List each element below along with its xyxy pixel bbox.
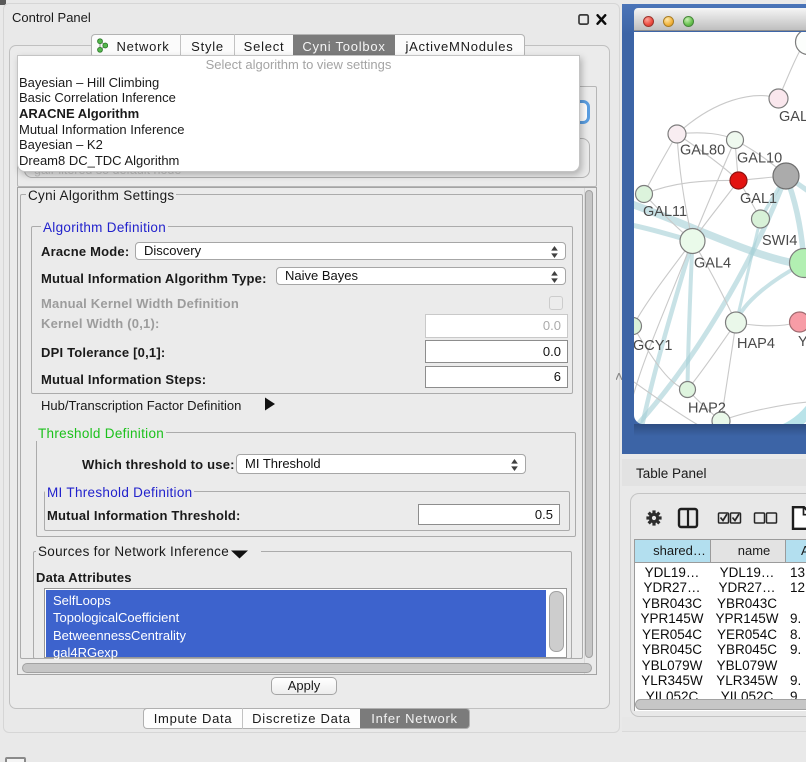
svg-text:HAP2: HAP2: [688, 401, 726, 417]
svg-text:GAL10: GAL10: [737, 151, 782, 167]
svg-text:GAL80: GAL80: [680, 143, 725, 159]
svg-text:Y: Y: [798, 334, 806, 350]
svg-text:GAL11: GAL11: [643, 204, 687, 220]
svg-text:GAL4: GAL4: [694, 256, 731, 272]
svg-text:GAL1: GAL1: [740, 191, 777, 207]
svg-text:HAP4: HAP4: [737, 336, 775, 352]
svg-text:GCY1: GCY1: [634, 338, 673, 354]
svg-text:SWI4: SWI4: [762, 233, 797, 249]
svg-text:GAL7: GAL7: [779, 109, 806, 125]
